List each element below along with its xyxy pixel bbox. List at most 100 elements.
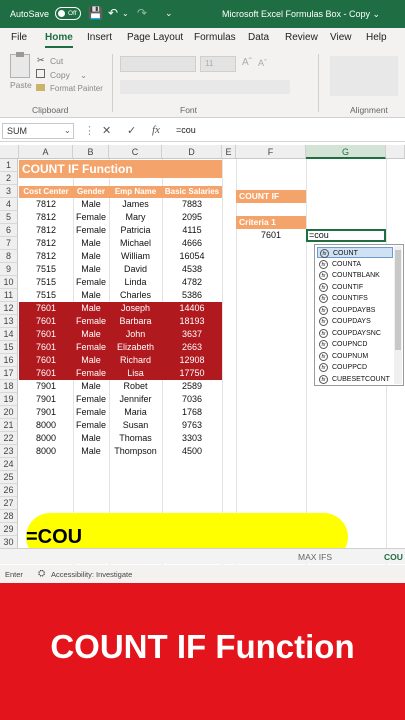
cell-gender[interactable]: Female (73, 406, 109, 419)
cell-emp-name[interactable]: David (109, 263, 162, 276)
autocomplete-item[interactable]: fx COUPDAYSNC (317, 328, 393, 339)
row-header[interactable]: 29 (0, 523, 18, 536)
cell-emp-name[interactable]: Susan (109, 419, 162, 432)
copy-dropdown-icon[interactable]: ⌄ (80, 70, 87, 81)
cell-cost-center[interactable]: 8000 (19, 445, 73, 458)
accessibility-status[interactable]: Accessibility: Investigate (51, 570, 132, 579)
autocomplete-item[interactable]: fx COUNTA (317, 259, 393, 270)
autocomplete-item[interactable]: fx COUNTBLANK (317, 270, 393, 281)
cell-cost-center[interactable]: 7812 (19, 198, 73, 211)
cell-emp-name[interactable]: Robet (109, 380, 162, 393)
autocomplete-item[interactable]: fx COUNTIFS (317, 293, 393, 304)
increase-font-icon[interactable]: Aˆ (242, 57, 252, 68)
column-header-d[interactable]: D (162, 145, 222, 159)
cell-gender[interactable]: Male (73, 237, 109, 250)
cell-emp-name[interactable]: Jennifer (109, 393, 162, 406)
cell-basic-salary[interactable]: 4782 (162, 276, 222, 289)
autocomplete-item[interactable]: fx COUNTIF (317, 282, 393, 293)
cell-emp-name[interactable]: Thompson (109, 445, 162, 458)
cell-cost-center[interactable]: 7601 (19, 302, 73, 315)
column-header-extra[interactable] (386, 145, 405, 159)
cell-gender[interactable]: Female (73, 367, 109, 380)
row-header[interactable]: 25 (0, 471, 18, 484)
row-header[interactable]: 24 (0, 458, 18, 471)
cell-gender[interactable]: Male (73, 198, 109, 211)
row-header[interactable]: 8 (0, 250, 18, 263)
formula-input[interactable]: =cou (176, 125, 196, 135)
row-header[interactable]: 2 (0, 172, 18, 185)
cell-basic-salary[interactable]: 3637 (162, 328, 222, 341)
cell-emp-name[interactable]: James (109, 198, 162, 211)
cell-gender[interactable]: Female (73, 211, 109, 224)
cell-cost-center[interactable]: 7812 (19, 250, 73, 263)
row-header[interactable]: 28 (0, 510, 18, 523)
cell-basic-salary[interactable]: 17750 (162, 367, 222, 380)
cell-cost-center[interactable]: 7812 (19, 224, 73, 237)
column-header-c[interactable]: C (109, 145, 162, 159)
cell-emp-name[interactable]: Richard (109, 354, 162, 367)
cell-basic-salary[interactable]: 5386 (162, 289, 222, 302)
cell-cost-center[interactable]: 7901 (19, 380, 73, 393)
cell-gender[interactable]: Female (73, 419, 109, 432)
cell-cost-center[interactable]: 7901 (19, 406, 73, 419)
tab-data[interactable]: Data (248, 32, 269, 43)
cell-gender[interactable]: Male (73, 432, 109, 445)
cell-gender[interactable]: Male (73, 354, 109, 367)
column-header-b[interactable]: B (73, 145, 109, 159)
row-header[interactable]: 6 (0, 224, 18, 237)
row-header[interactable]: 14 (0, 328, 18, 341)
row-header[interactable]: 20 (0, 406, 18, 419)
worksheet[interactable]: A B C D E F G 1 2 3 4 5 6 7 8 9 10 11 12… (0, 145, 405, 565)
accessibility-icon[interactable]: ⛭ (38, 568, 45, 579)
row-header[interactable]: 5 (0, 211, 18, 224)
row-header[interactable]: 23 (0, 445, 18, 458)
cell-cost-center[interactable]: 7901 (19, 393, 73, 406)
cell-cost-center[interactable]: 7601 (19, 354, 73, 367)
cell-cost-center[interactable]: 7601 (19, 367, 73, 380)
header-emp-name[interactable]: Emp Name (109, 186, 162, 198)
criteria-value[interactable]: 7601 (236, 229, 306, 242)
row-header[interactable]: 26 (0, 484, 18, 497)
font-size-box[interactable]: 11 (200, 56, 236, 72)
redo-icon[interactable]: ↷ (137, 6, 147, 20)
cell-cost-center[interactable]: 8000 (19, 419, 73, 432)
cell-emp-name[interactable]: Maria (109, 406, 162, 419)
autocomplete-item[interactable]: fx COUPPCD (317, 362, 393, 373)
tab-view[interactable]: View (330, 32, 352, 43)
cell-basic-salary[interactable]: 14406 (162, 302, 222, 315)
cell-cost-center[interactable]: 7515 (19, 276, 73, 289)
cell-gender[interactable]: Female (73, 341, 109, 354)
enter-icon[interactable]: ✓ (127, 124, 136, 137)
row-header[interactable]: 27 (0, 497, 18, 510)
cell-cost-center[interactable]: 7812 (19, 211, 73, 224)
cell-basic-salary[interactable]: 4115 (162, 224, 222, 237)
insert-function-icon[interactable]: fx (152, 124, 160, 136)
row-header[interactable]: 1 (0, 159, 18, 172)
quick-access-menu-icon[interactable]: ⌄ (165, 8, 173, 19)
row-header[interactable]: 22 (0, 432, 18, 445)
autocomplete-item[interactable]: fx CUBESETCOUNT (317, 374, 393, 385)
cell-gender[interactable]: Female (73, 224, 109, 237)
cell-gender[interactable]: Female (73, 315, 109, 328)
tab-help[interactable]: Help (366, 32, 387, 43)
row-header[interactable]: 21 (0, 419, 18, 432)
column-header-a[interactable]: A (19, 145, 73, 159)
font-name-box[interactable] (120, 56, 196, 72)
cell-basic-salary[interactable]: 12908 (162, 354, 222, 367)
cell-basic-salary[interactable]: 3303 (162, 432, 222, 445)
cell-emp-name[interactable]: William (109, 250, 162, 263)
header-gender[interactable]: Gender (73, 186, 109, 198)
cell-gender[interactable]: Male (73, 250, 109, 263)
cell-emp-name[interactable]: Barbara (109, 315, 162, 328)
select-all-corner[interactable] (0, 145, 19, 159)
row-header[interactable]: 15 (0, 341, 18, 354)
tab-insert[interactable]: Insert (87, 32, 112, 43)
cell-basic-salary[interactable]: 7036 (162, 393, 222, 406)
format-painter-icon[interactable] (36, 84, 45, 91)
sheet-tab-countif[interactable]: COU (384, 552, 403, 562)
sheet-tab-max-ifs[interactable]: MAX IFS (298, 552, 332, 562)
autosave-toggle[interactable]: Off (55, 7, 81, 20)
sheet-title[interactable]: COUNT IF Function (19, 160, 222, 178)
row-header[interactable]: 12 (0, 302, 18, 315)
cell-emp-name[interactable]: Lisa (109, 367, 162, 380)
